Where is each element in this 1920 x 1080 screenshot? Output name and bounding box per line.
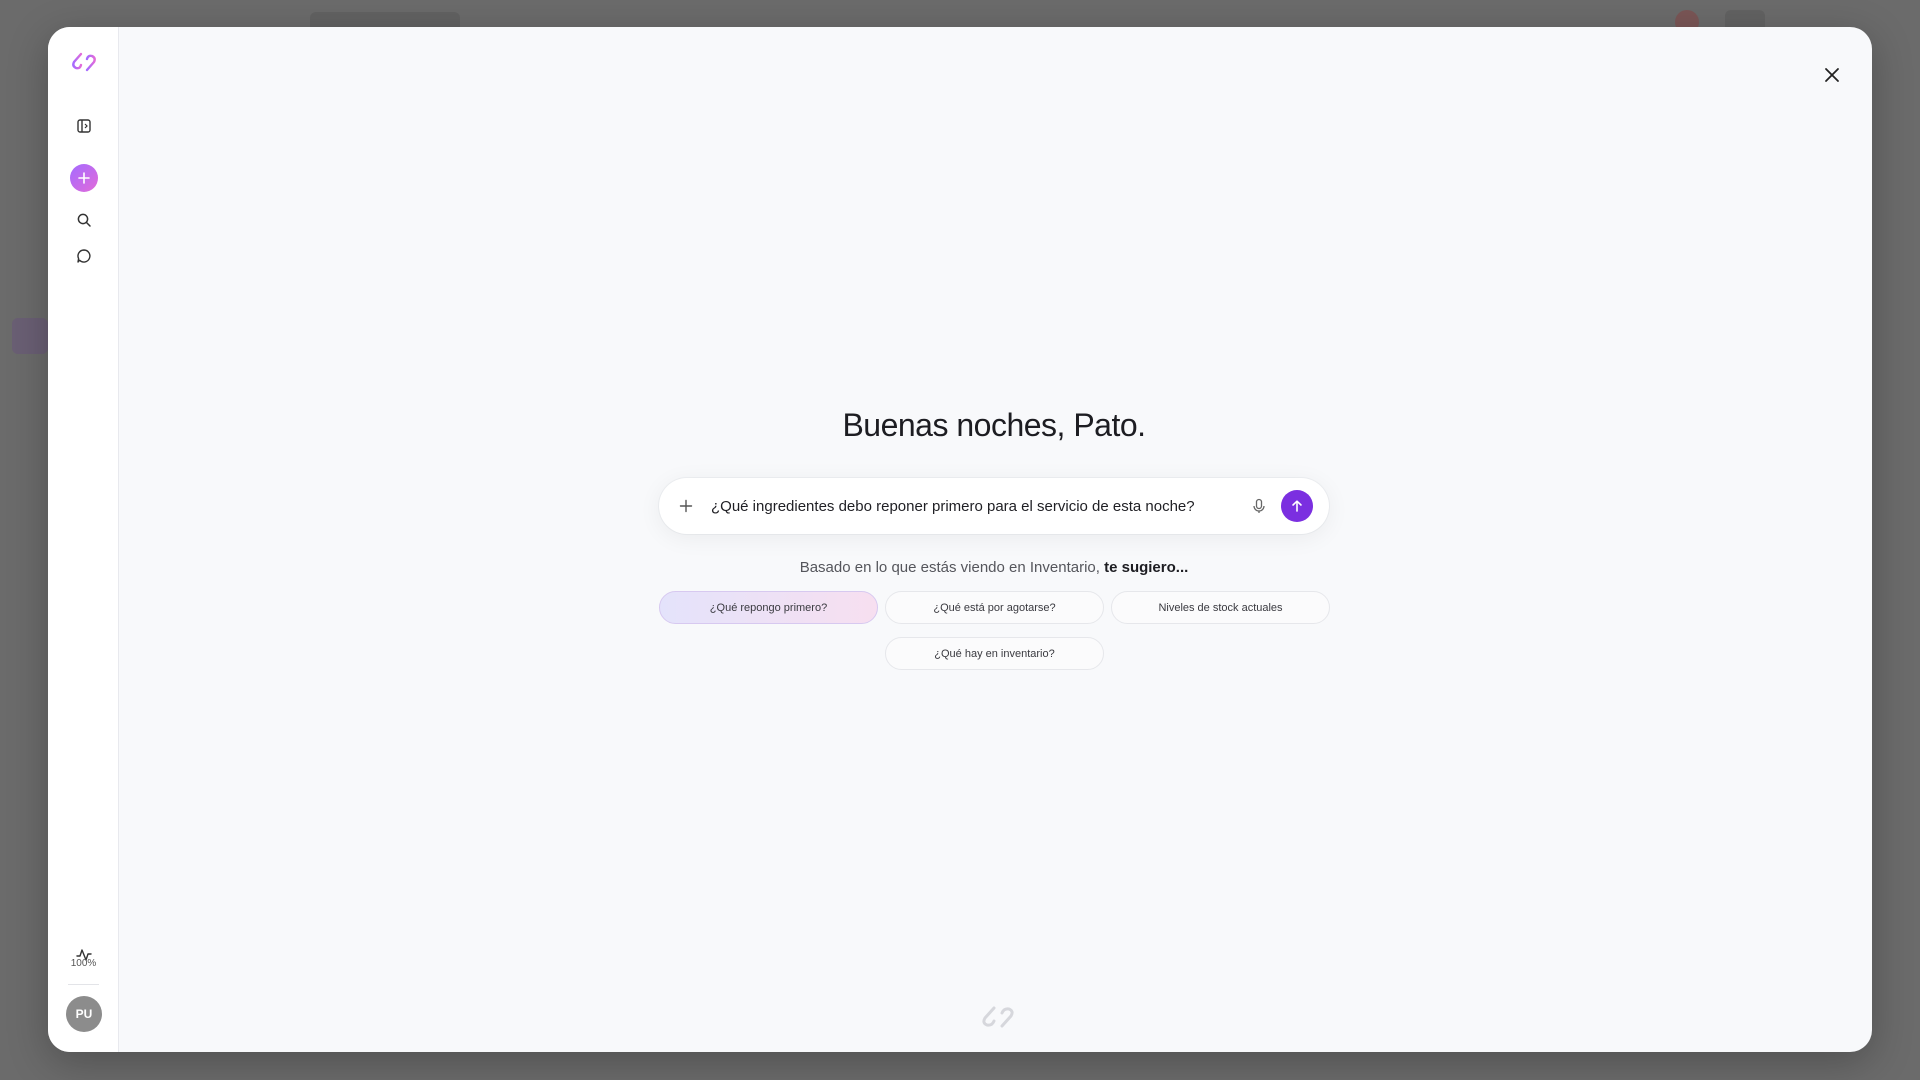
plus-icon [69,164,98,192]
avatar[interactable]: PU [66,996,102,1032]
chat-composer[interactable]: ¿Qué ingredientes debo reponer primero p… [659,478,1329,534]
arrow-up-icon [1292,500,1302,512]
suggestion-chip[interactable]: Niveles de stock actuales [1111,591,1330,624]
backdrop-shape [12,318,48,354]
page-title: Buenas noches, Pato. [842,407,1146,443]
suggestion-chip[interactable]: ¿Qué repongo primero? [659,591,878,624]
brand-watermark-icon [982,1006,1014,1028]
send-button[interactable] [1281,490,1313,522]
zoom-level: 100% [70,958,97,969]
plus-icon [679,499,693,513]
close-icon [1825,68,1839,82]
assistant-modal: 100% PU Buenas noches, Pato. ¿Qué ingred… [48,27,1872,1052]
new-chat-button[interactable] [48,161,119,195]
prompt-input[interactable]: ¿Qué ingredientes debo reponer primero p… [707,498,1241,515]
suggestion-prefix: Basado en lo que estás viendo en Inventa… [799,559,1100,576]
panel-toggle-icon[interactable] [48,111,119,141]
microphone-button[interactable] [1241,498,1277,514]
chat-icon[interactable] [48,241,119,271]
microphone-icon [1253,498,1265,513]
brand-logo-icon[interactable] [48,46,119,78]
suggestion-chip[interactable]: ¿Qué está por agotarse? [885,591,1104,624]
suggestion-intro: Basado en lo que estás viendo en Inventa… [659,559,1329,576]
sidebar: 100% PU [48,27,119,1052]
sidebar-divider [68,984,99,985]
suggestion-emphasis: te sugiero... [1104,559,1189,576]
search-icon[interactable] [48,205,119,235]
close-button[interactable] [1820,63,1844,87]
suggestion-chip[interactable]: ¿Qué hay en inventario? [885,637,1104,670]
attach-button[interactable] [659,499,707,513]
